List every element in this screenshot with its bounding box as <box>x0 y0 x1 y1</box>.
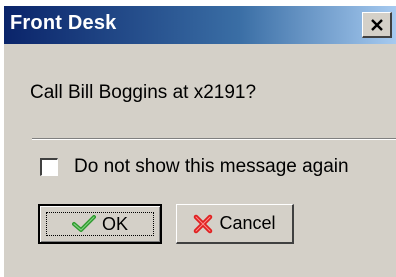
close-button[interactable] <box>362 12 392 38</box>
red-x-icon <box>193 214 213 234</box>
ok-label: OK <box>101 213 128 234</box>
close-icon <box>370 18 383 31</box>
focus-rectangle <box>46 212 154 236</box>
separator <box>32 138 396 140</box>
title-bar[interactable]: Front Desk <box>4 6 396 44</box>
message-text: Call Bill Boggins at x2191? <box>30 82 257 103</box>
do-not-show-label[interactable]: Do not show this message again <box>74 156 349 178</box>
cancel-label: Cancel <box>219 213 276 233</box>
do-not-show-checkbox[interactable] <box>40 158 58 176</box>
ok-button[interactable]: OK <box>38 204 162 244</box>
do-not-show-option[interactable]: Do not show this message again <box>40 156 349 178</box>
window-title: Front Desk <box>10 12 117 34</box>
cancel-button[interactable]: Cancel <box>176 204 294 244</box>
dialog-window: Front Desk Call Bill Boggins at x2191? D… <box>4 6 396 277</box>
